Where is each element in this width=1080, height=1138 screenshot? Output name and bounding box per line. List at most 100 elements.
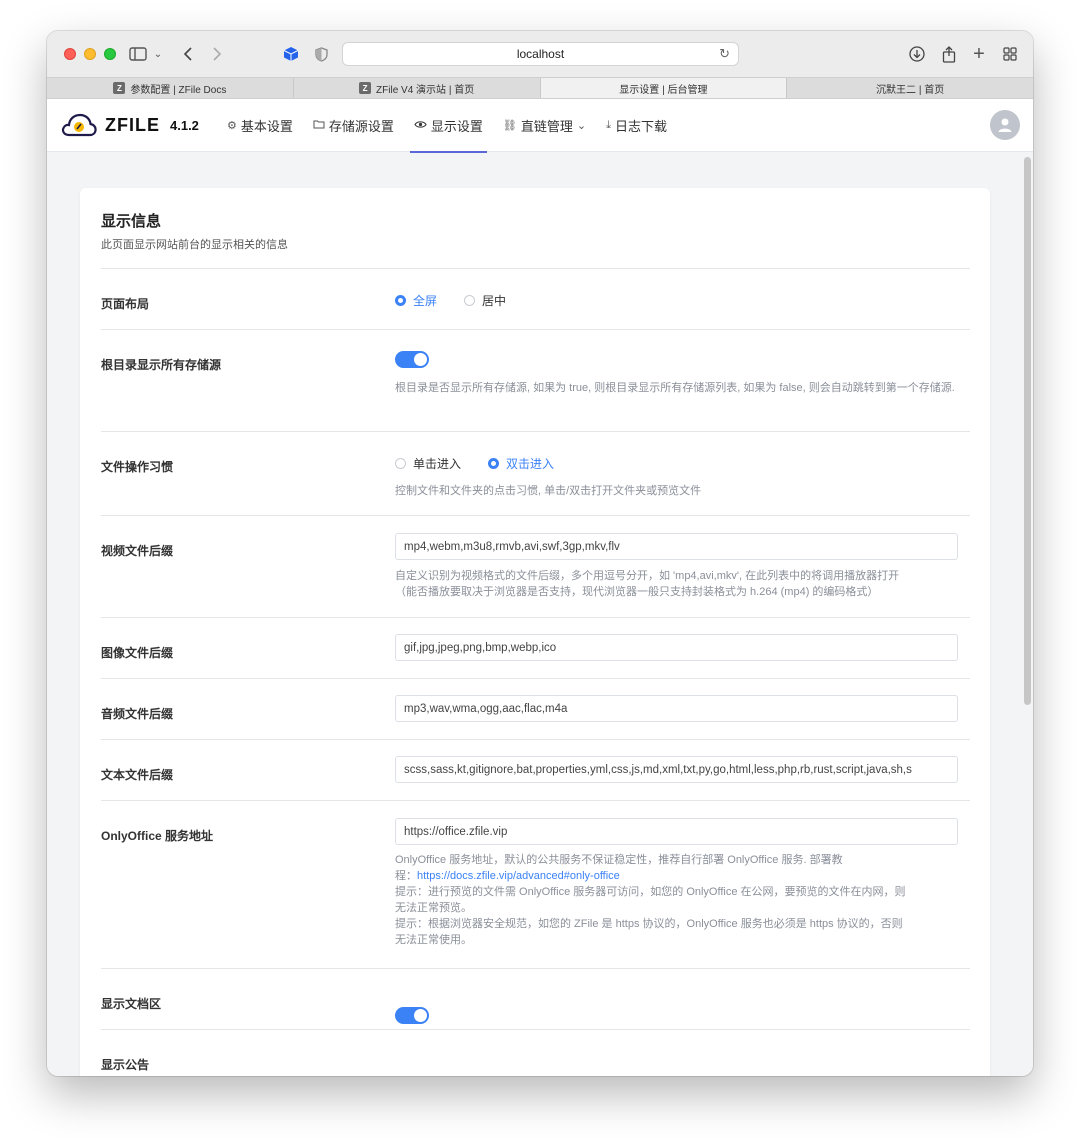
nav-storage-settings[interactable]: 存储源设置 [303, 99, 404, 152]
onlyoffice-tip-line: 提示：进行预览的文件需 OnlyOffice 服务器可访问，如您的 OnlyOf… [395, 886, 906, 898]
video-suffix-help-line: （能否播放要取决于浏览器是否支持，现代浏览器一般只支持封装格式为 h.264 (… [395, 586, 879, 598]
nav-display-settings[interactable]: 显示设置 [404, 99, 493, 153]
browser-tab-active[interactable]: 显示设置 | 后台管理 [540, 78, 788, 98]
page-title: 显示信息 [101, 213, 162, 230]
show-announcement-label: 显示公告 [101, 1058, 150, 1072]
share-icon[interactable] [939, 43, 959, 65]
onlyoffice-docs-link[interactable]: https://docs.zfile.vip/advanced#only-off… [417, 870, 620, 882]
app-header: ZFILE 4.1.2 ⚙ 基本设置 存储源设置 显示设置 ⛓ 直链管理 ⌄ ⤓… [47, 99, 1033, 153]
cloud-logo-icon [61, 113, 97, 137]
divider [101, 431, 970, 432]
video-suffix-label: 视频文件后缀 [101, 544, 174, 558]
nav-label: 显示设置 [430, 119, 483, 134]
chevron-down-icon[interactable]: ⌄ [151, 43, 165, 65]
logo-text: ZFILE [105, 114, 160, 135]
tab-title: 显示设置 | 后台管理 [619, 84, 708, 96]
zoom-window-button[interactable] [104, 48, 116, 60]
nav-basic-settings[interactable]: ⚙ 基本设置 [217, 99, 303, 152]
new-tab-icon[interactable]: + [969, 43, 989, 65]
onlyoffice-help-prefix: 程： [395, 870, 417, 882]
minimize-window-button[interactable] [84, 48, 96, 60]
zfile-favicon-icon: Z [359, 82, 372, 94]
layout-label: 页面布局 [101, 297, 150, 311]
image-suffix-input[interactable]: gif,jpg,jpeg,png,bmp,webp,ico [395, 634, 958, 661]
divider [101, 268, 970, 269]
page-subtitle: 此页面显示网站前台的显示相关的信息 [101, 239, 288, 251]
audio-suffix-input[interactable]: mp3,wav,wma,ogg,aac,flac,m4a [395, 695, 958, 722]
extension-cube-icon[interactable] [281, 43, 301, 65]
show-docs-switch[interactable] [395, 1007, 429, 1024]
text-suffix-input[interactable]: scss,sass,kt,gitignore,bat,properties,ym… [395, 756, 958, 783]
layout-option-fullscreen[interactable]: 全屏 [395, 292, 437, 309]
video-suffix-input[interactable]: mp4,webm,m3u8,rmvb,avi,swf,3gp,mkv,flv [395, 533, 958, 560]
file-habit-help: 控制文件和文件夹的点击习惯, 单击/双击打开文件夹或预览文件 [395, 485, 702, 497]
divider [101, 329, 970, 330]
window-controls [64, 48, 116, 60]
version-label: 4.1.2 [170, 117, 199, 133]
radio-dot [395, 458, 406, 469]
video-suffix-help-line: 自定义识别为视频格式的文件后缀，多个用逗号分开，如 'mp4,avi,mkv',… [395, 570, 900, 582]
nav-label: 存储源设置 [328, 119, 394, 134]
file-habit-option-double-click[interactable]: 双击进入 [488, 455, 554, 472]
browser-window: ⌄ localhost ↻ + Z 参数配置 | ZFile Docs Z ZF… [47, 31, 1033, 1076]
logo[interactable]: ZFILE 4.1.2 [61, 113, 199, 137]
title-bar: ⌄ localhost ↻ + [47, 31, 1033, 77]
divider [101, 1029, 970, 1030]
nav-link-management[interactable]: ⛓ 直链管理 ⌄ [493, 99, 596, 152]
folder-icon [313, 119, 325, 132]
nav-label: 基本设置 [240, 119, 293, 134]
file-habit-label: 文件操作习惯 [101, 460, 174, 474]
zfile-favicon-icon: Z [113, 82, 126, 94]
image-suffix-label: 图像文件后缀 [101, 646, 174, 660]
sidebar-toggle-icon[interactable] [127, 43, 149, 65]
divider [101, 678, 970, 679]
root-show-all-label: 根目录显示所有存储源 [101, 358, 222, 372]
divider [101, 617, 970, 618]
onlyoffice-help-line: 程：https://docs.zfile.vip/advanced#only-o… [395, 868, 960, 884]
forward-icon[interactable] [208, 43, 226, 65]
file-habit-radio-group: 单击进入 双击进入 [395, 455, 554, 472]
chevron-down-icon: ⌄ [576, 120, 587, 132]
address-bar[interactable]: localhost ↻ [342, 42, 739, 66]
browser-tab[interactable]: 沉默王二 | 首页 [787, 78, 1033, 98]
file-habit-option-single-click[interactable]: 单击进入 [395, 455, 461, 472]
radio-dot [464, 295, 476, 306]
divider [101, 800, 970, 801]
browser-tab[interactable]: Z 参数配置 | ZFile Docs [47, 78, 294, 98]
audio-suffix-label: 音频文件后缀 [101, 707, 174, 721]
avatar[interactable] [990, 110, 1020, 140]
root-show-all-help: 根目录是否显示所有存储源, 如果为 true, 则根目录显示所有存储源列表, 如… [395, 382, 955, 394]
radio-dot [488, 458, 500, 469]
tab-bar: Z 参数配置 | ZFile Docs Z ZFile V4 演示站 | 首页 … [47, 77, 1033, 99]
layout-option-center[interactable]: 居中 [464, 292, 506, 309]
radio-label: 居中 [482, 294, 507, 308]
close-window-button[interactable] [64, 48, 76, 60]
main-content: 显示信息 此页面显示网站前台的显示相关的信息 页面布局 全屏 居中 根目录显示所… [47, 153, 1033, 1076]
onlyoffice-input[interactable]: https://office.zfile.vip [395, 818, 958, 845]
onlyoffice-tip-line: 提示：根据浏览器安全规范，如您的 ZFile 是 https 协议的，OnlyO… [395, 918, 903, 930]
onlyoffice-tip-line: 无法正常预览。 [395, 902, 472, 914]
radio-label: 双击进入 [506, 457, 555, 471]
tab-title: 沉默王二 | 首页 [876, 84, 945, 96]
onlyoffice-help-line: OnlyOffice 服务地址，默认的公共服务不保证稳定性，推荐自行部署 Onl… [395, 854, 843, 866]
onlyoffice-label: OnlyOffice 服务地址 [101, 829, 214, 843]
back-icon[interactable] [179, 43, 197, 65]
shield-icon[interactable] [311, 43, 331, 65]
radio-label: 单击进入 [413, 457, 462, 471]
radio-dot [395, 295, 406, 306]
divider [101, 968, 970, 969]
reload-icon[interactable]: ↻ [719, 46, 730, 62]
nav-label: 直链管理 [520, 119, 573, 134]
tab-title: ZFile V4 演示站 | 首页 [376, 84, 475, 96]
url-text: localhost [516, 47, 565, 61]
show-docs-label: 显示文档区 [101, 997, 162, 1011]
tab-overview-icon[interactable] [1000, 43, 1020, 65]
root-show-all-switch[interactable] [395, 351, 429, 368]
nav-label: 日志下载 [615, 119, 668, 134]
scrollbar[interactable] [1024, 157, 1031, 705]
browser-tab[interactable]: Z ZFile V4 演示站 | 首页 [294, 78, 541, 98]
nav-log-download[interactable]: ⤓ 日志下载 [596, 99, 677, 152]
user-icon [998, 118, 1012, 132]
downloads-icon[interactable] [907, 43, 927, 65]
onlyoffice-tip-line: 无法正常使用。 [395, 934, 472, 946]
